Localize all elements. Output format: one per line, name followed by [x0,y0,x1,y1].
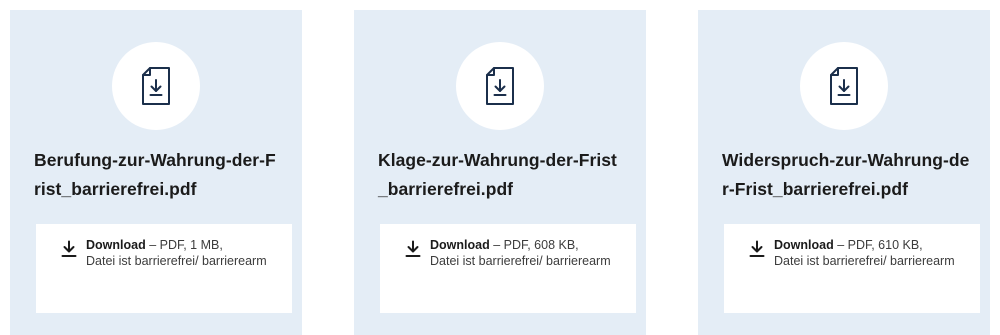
download-description: Download – PDF, 608 KB, Datei ist barrier… [430,237,611,303]
download-description: Download – PDF, 1 MB, Datei ist barrieref… [86,237,267,303]
download-label: Download [774,238,834,252]
download-arrow-icon [60,240,78,258]
file-title: Berufung-zur-Wahrung-der-Frist_barrieref… [34,150,276,199]
download-arrow-icon [404,240,422,258]
document-download-icon [800,42,888,130]
download-card: Berufung-zur-Wahrung-der-Frist_barrieref… [10,10,302,335]
download-meta: – PDF, 1 MB, [145,238,223,252]
download-arrow-icon [748,240,766,258]
download-link[interactable]: Download – PDF, 1 MB, Datei ist barrieref… [36,224,292,313]
document-download-icon [112,42,200,130]
file-title: Klage-zur-Wahrung-der-Frist_barrierefrei… [378,150,617,199]
download-description: Download – PDF, 610 KB, Datei ist barrier… [774,237,955,303]
document-download-icon [456,42,544,130]
download-label: Download [430,238,490,252]
download-card-grid: Berufung-zur-Wahrung-der-Frist_barrieref… [0,0,1000,335]
download-card: Widerspruch-zur-Wahrung-der-Frist_barrie… [698,10,990,335]
accessibility-note: Datei ist barrierefrei/ barrierearm [430,254,611,268]
accessibility-note: Datei ist barrierefrei/ barrierearm [774,254,955,268]
download-label: Download [86,238,146,252]
download-meta: – PDF, 610 KB, [833,238,923,252]
download-meta: – PDF, 608 KB, [489,238,579,252]
download-card: Klage-zur-Wahrung-der-Frist_barrierefrei… [354,10,646,335]
download-link[interactable]: Download – PDF, 608 KB, Datei ist barrier… [380,224,636,313]
file-title: Widerspruch-zur-Wahrung-der-Frist_barrie… [722,150,970,199]
download-link[interactable]: Download – PDF, 610 KB, Datei ist barrier… [724,224,980,313]
accessibility-note: Datei ist barrierefrei/ barrierearm [86,254,267,268]
